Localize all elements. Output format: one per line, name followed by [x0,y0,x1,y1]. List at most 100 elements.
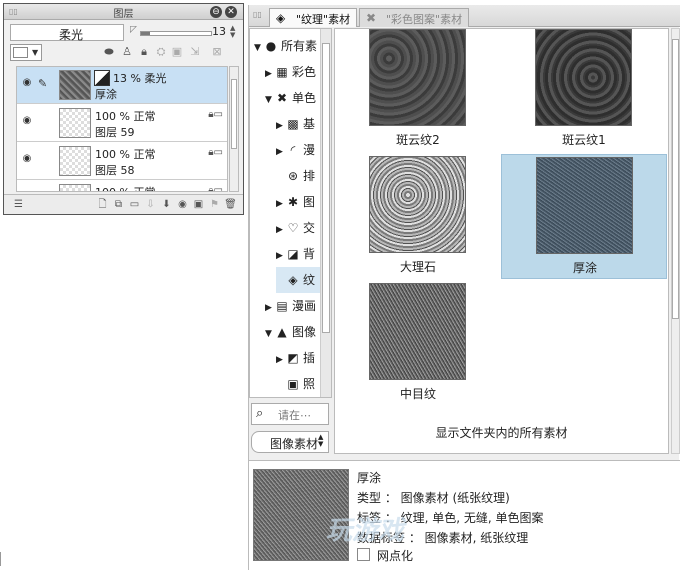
layer-list: ◉ ✎ 13 % 柔光 厚涂 ◉ 100 % 正常 图层 59 🔒︎▭ ◉ 100 % 正常 图层 … [16,66,228,192]
tree-folder-item[interactable]: ▶ ◪ 背 [276,241,324,267]
scrollbar-thumb[interactable] [322,43,330,333]
tab-color-pattern-materials[interactable]: ✖ "彩色图案"素材 [359,8,470,27]
tree-folder-item[interactable]: ▣ 照 [276,371,324,397]
material-item[interactable]: 大理石 [335,154,501,279]
tree-folder-item[interactable]: ▶ ▦ 彩色 [265,59,324,85]
tree-folder-item[interactable]: ◈ 纹 [276,267,324,293]
scrollbar-thumb[interactable] [672,39,679,319]
lock-icon[interactable]: 🔒︎ [137,45,151,59]
tree-toggle-icon[interactable]: ▶ [265,295,275,321]
blend-mode-select[interactable]: 柔光 [10,24,124,42]
tree-folder-item[interactable]: ▼ ✖ 单色 [265,85,324,111]
tree-toggle-icon[interactable]: ▶ [276,113,286,139]
opacity-slider[interactable]: ◸ 13 ▲ ▼ [130,24,238,41]
eye-icon[interactable]: ◉ [20,153,34,167]
flag-icon[interactable]: ⚑ [208,198,221,211]
layer-panel-title: 图层 [113,9,134,20]
layer-list-scrollbar[interactable] [229,66,239,192]
folder-icon: ◜ [290,143,296,157]
halftone-checkbox[interactable] [357,548,370,561]
material-item[interactable]: 斑云纹2 [335,29,501,152]
grid-scrollbar[interactable] [671,28,680,454]
material-tabbar: ▯▯ ◈ "纹理"素材 ✖ "彩色图案"素材 [249,5,680,27]
new-vector-layer-icon[interactable]: ⧉ [112,198,125,211]
tree-folder-item[interactable]: ⊛ 排 [276,163,324,189]
ruler-icon[interactable]: ⇲ [188,45,202,59]
scrollbar-thumb[interactable] [231,79,237,149]
tree-folder-item[interactable]: ▼ ▲ 图像 [265,319,324,345]
show-all-materials-label[interactable]: 显示文件夹内的所有素材 [335,424,668,441]
color-swatch [13,47,28,58]
mask-icon[interactable]: ◉ [176,198,189,211]
opacity-marker-icon: ◸ [130,25,137,35]
layer-options-icon[interactable]: ⊠ [210,45,224,59]
lock-transparency-icon[interactable]: ⛭ [154,45,168,59]
layer-row[interactable]: ◉ 100 % 正常 图层 58 🔒︎▭ [17,143,227,180]
tree-toggle-icon[interactable]: ▶ [276,217,286,243]
reference-layer-icon[interactable]: ⬬ [102,45,116,59]
layer-toolbar: ▼ ⬬ ♙ 🔒︎ ⛭ ▣ ⇲ ⊠ [10,44,240,62]
tree-folder-item[interactable]: ▶ ◩ 插 [276,345,324,371]
new-raster-layer-icon[interactable]: 🗋︎ [96,198,109,211]
layer-thumbnail [59,146,91,176]
eye-icon[interactable]: ◉ [20,115,34,129]
tree-toggle-icon[interactable]: ▶ [276,347,286,373]
material-thumbnail [369,29,466,126]
tree-folder-item[interactable]: ▼ ● 所有素 [254,33,324,59]
tree-toggle-icon[interactable]: ▼ [265,321,275,347]
tree-toggle-icon[interactable]: ▶ [276,139,286,165]
folder-icon: ♡ [287,221,299,235]
layer-menu-icon[interactable]: ☰ [12,198,25,211]
eye-icon[interactable]: ◉ [20,191,34,192]
spinner-icon[interactable]: ▲ ▼ [318,434,323,448]
material-item[interactable]: 斑云纹1 [501,29,667,152]
folder-icon: ✖ [276,91,288,105]
lock-icon: 🔒︎▭ [208,185,223,192]
material-item[interactable]: 中目纹 [335,281,501,406]
folder-icon: ▲ [277,325,287,339]
tree-folder-item[interactable]: ▶ ◜ 漫 [276,137,324,163]
trash-icon[interactable]: 🗑︎ [224,198,237,211]
material-search-input[interactable]: ⌕ 请在⋯ [251,403,329,425]
tree-toggle-icon[interactable]: ▶ [276,243,286,269]
tree-toggle-icon[interactable]: ▼ [254,35,264,61]
tree-folder-item[interactable]: ▶ ▤ 漫画 [265,293,324,319]
opacity-value[interactable]: 13 [212,25,226,38]
layer-blend-info: 13 % 柔光 [113,72,167,85]
tree-toggle-icon[interactable]: ▼ [265,87,275,113]
layer-row[interactable]: ◉ 100 % 正常 🔒︎▭ [17,181,227,192]
layer-color-button[interactable]: ▼ [10,44,42,61]
combine-icon[interactable]: ⬇ [160,198,173,211]
layer-row[interactable]: ◉ ✎ 13 % 柔光 厚涂 [17,67,227,104]
opacity-spinner-icon[interactable]: ▲ ▼ [230,25,235,39]
layer-panel-titlebar[interactable]: ▯▯ 图层 ⊖ ✕ [4,4,243,20]
layer-blend-info: 100 % 正常 [95,110,156,123]
collapse-icon[interactable]: ⊖ [210,6,222,18]
new-folder-icon[interactable]: ▭ [128,198,141,211]
apply-mask-icon[interactable]: ▣ [192,198,205,211]
tag-filter-value: 图像素材 [270,437,319,451]
divider [0,552,2,566]
opacity-track[interactable] [140,31,212,36]
tag-filter-select[interactable]: 图像素材 ▲ ▼ [251,431,329,453]
mask-enable-icon[interactable]: ▣ [170,45,184,59]
panel-grip-icon[interactable]: ▯▯ [253,10,262,19]
tree-vertical-scrollbar[interactable] [320,29,331,397]
tree-folder-item[interactable]: ▶ ✱ 图 [276,189,324,215]
layer-name: 图层 58 [95,164,135,177]
tree-folder-item[interactable]: ▶ ▩ 基 [276,111,324,137]
tree-folder-item[interactable]: ▶ ♡ 交 [276,215,324,241]
material-item[interactable]: 厚涂 [501,154,667,279]
transfer-down-icon[interactable]: ⇩ [144,198,157,211]
eye-icon[interactable]: ◉ [20,77,34,91]
close-icon[interactable]: ✕ [225,6,237,18]
tab-texture-materials[interactable]: ◈ "纹理"素材 [269,8,358,27]
tree-toggle-icon[interactable]: ▶ [265,61,275,87]
layer-blend-info: 100 % 正常 [95,148,156,161]
tree-toggle-icon[interactable]: ▶ [276,191,286,217]
layer-row[interactable]: ◉ 100 % 正常 图层 59 🔒︎▭ [17,105,227,142]
clip-icon[interactable]: ♙ [120,45,134,59]
material-caption: 斑云纹2 [396,133,440,147]
layer-mask-thumbnail[interactable] [94,70,110,86]
chevron-down-icon: ▼ [32,48,39,57]
